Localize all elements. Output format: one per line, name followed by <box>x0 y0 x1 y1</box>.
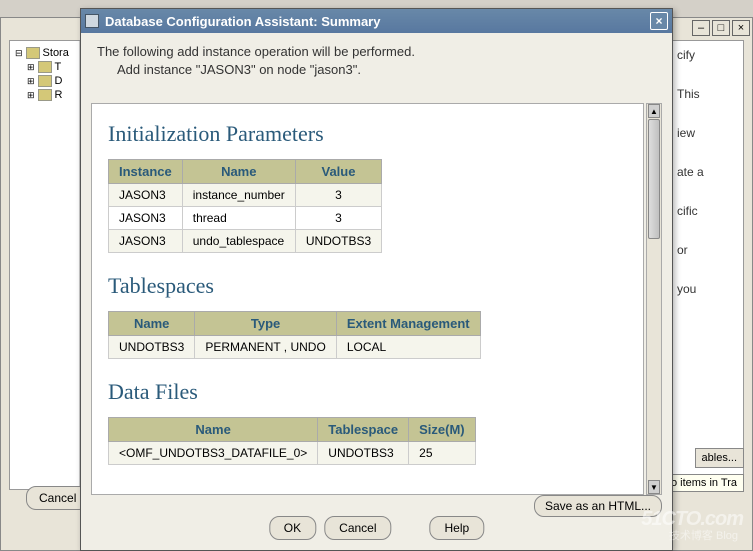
tree-child[interactable]: ⊞ R <box>27 88 74 102</box>
titlebar: Database Configuration Assistant: Summar… <box>81 9 672 33</box>
datafiles-table: Name Tablespace Size(M) <OMF_UNDOTBS3_DA… <box>108 417 476 465</box>
tree-panel: ⊟ Stora ⊞ T ⊞ D ⊞ R <box>10 41 80 489</box>
cell: UNDOTBS3 <box>295 230 381 253</box>
table-header: Instance <box>109 160 183 184</box>
tree-child[interactable]: ⊞ T <box>27 60 74 74</box>
expand-icon: ⊞ <box>27 62 35 73</box>
table-header: Tablespace <box>318 418 409 442</box>
table-row: UNDOTBS3 PERMANENT , UNDO LOCAL <box>109 336 481 359</box>
cell: undo_tablespace <box>182 230 295 253</box>
system-menu-icon[interactable] <box>85 14 99 28</box>
section-title-init-params: Initialization Parameters <box>108 121 627 147</box>
cell: thread <box>182 207 295 230</box>
tree-child[interactable]: ⊞ D <box>27 74 74 88</box>
tablespaces-table: Name Type Extent Management UNDOTBS3 PER… <box>108 311 481 359</box>
cell: 3 <box>295 184 381 207</box>
intro-line: The following add instance operation wil… <box>97 43 656 61</box>
cancel-button[interactable]: Cancel <box>324 516 391 540</box>
folder-icon <box>26 47 40 59</box>
cell: JASON3 <box>109 207 183 230</box>
ok-button[interactable]: OK <box>269 516 316 540</box>
tree-child-label: T <box>55 61 62 73</box>
dialog-footer: Save as an HTML... OK Cancel Help <box>81 500 672 550</box>
intro-text: The following add instance operation wil… <box>97 43 656 79</box>
text-fragment: ate a <box>677 165 737 179</box>
intro-line: Add instance "JASON3" on node "jason3". <box>117 61 656 79</box>
vertical-scrollbar[interactable]: ▲ ▼ <box>646 103 662 495</box>
cell: UNDOTBS3 <box>318 442 409 465</box>
cell: 25 <box>409 442 476 465</box>
folder-icon <box>38 61 52 73</box>
expand-icon: ⊞ <box>27 90 35 101</box>
text-fragment: cify <box>677 48 737 62</box>
text-fragment: This <box>677 87 737 101</box>
table-header: Name <box>109 312 195 336</box>
expand-icon: ⊞ <box>27 76 35 87</box>
bg-right-text: cify This iew ate a cific or you <box>677 48 737 321</box>
tree-child-label: D <box>55 75 63 87</box>
scroll-thumb[interactable] <box>648 119 660 239</box>
table-header: Size(M) <box>409 418 476 442</box>
text-fragment: iew <box>677 126 737 140</box>
table-row: JASON3 instance_number 3 <box>109 184 382 207</box>
folder-icon <box>38 75 52 87</box>
table-header: Extent Management <box>336 312 480 336</box>
tree-child-label: R <box>55 89 63 101</box>
init-params-table: Instance Name Value JASON3 instance_numb… <box>108 159 382 253</box>
cell: LOCAL <box>336 336 480 359</box>
save-html-button[interactable]: Save as an HTML... <box>534 495 662 517</box>
close-button[interactable]: × <box>650 12 668 30</box>
table-row: JASON3 undo_tablespace UNDOTBS3 <box>109 230 382 253</box>
section-title-tablespaces: Tablespaces <box>108 273 627 299</box>
table-row: <OMF_UNDOTBS3_DATAFILE_0> UNDOTBS3 25 <box>109 442 476 465</box>
table-header: Name <box>182 160 295 184</box>
summary-dialog: Database Configuration Assistant: Summar… <box>80 8 673 551</box>
text-fragment: you <box>677 282 737 296</box>
section-title-datafiles: Data Files <box>108 379 627 405</box>
scroll-pane: Initialization Parameters Instance Name … <box>91 103 644 495</box>
cell: JASON3 <box>109 184 183 207</box>
table-header: Name <box>109 418 318 442</box>
scroll-up-icon[interactable]: ▲ <box>648 104 660 118</box>
help-button[interactable]: Help <box>430 516 485 540</box>
cell: UNDOTBS3 <box>109 336 195 359</box>
text-fragment: cific <box>677 204 737 218</box>
content-area: The following add instance operation wil… <box>81 33 672 500</box>
bg-minimize-button[interactable]: – <box>692 20 710 36</box>
dialog-title: Database Configuration Assistant: Summar… <box>105 14 380 29</box>
variables-button[interactable]: ables... <box>695 448 744 468</box>
table-header: Value <box>295 160 381 184</box>
cell: JASON3 <box>109 230 183 253</box>
cell: PERMANENT , UNDO <box>195 336 336 359</box>
collapse-icon: ⊟ <box>15 48 23 59</box>
text-fragment: or <box>677 243 737 257</box>
bg-titlebar: – □ × <box>690 18 752 38</box>
bg-close-button[interactable]: × <box>732 20 750 36</box>
table-header: Type <box>195 312 336 336</box>
tree-root-label: Stora <box>43 47 69 59</box>
scroll-down-icon[interactable]: ▼ <box>648 480 660 494</box>
folder-icon <box>38 89 52 101</box>
table-row: JASON3 thread 3 <box>109 207 382 230</box>
cell: <OMF_UNDOTBS3_DATAFILE_0> <box>109 442 318 465</box>
cell: 3 <box>295 207 381 230</box>
cell: instance_number <box>182 184 295 207</box>
bg-maximize-button[interactable]: □ <box>712 20 730 36</box>
tree-root[interactable]: ⊟ Stora <box>15 46 74 60</box>
